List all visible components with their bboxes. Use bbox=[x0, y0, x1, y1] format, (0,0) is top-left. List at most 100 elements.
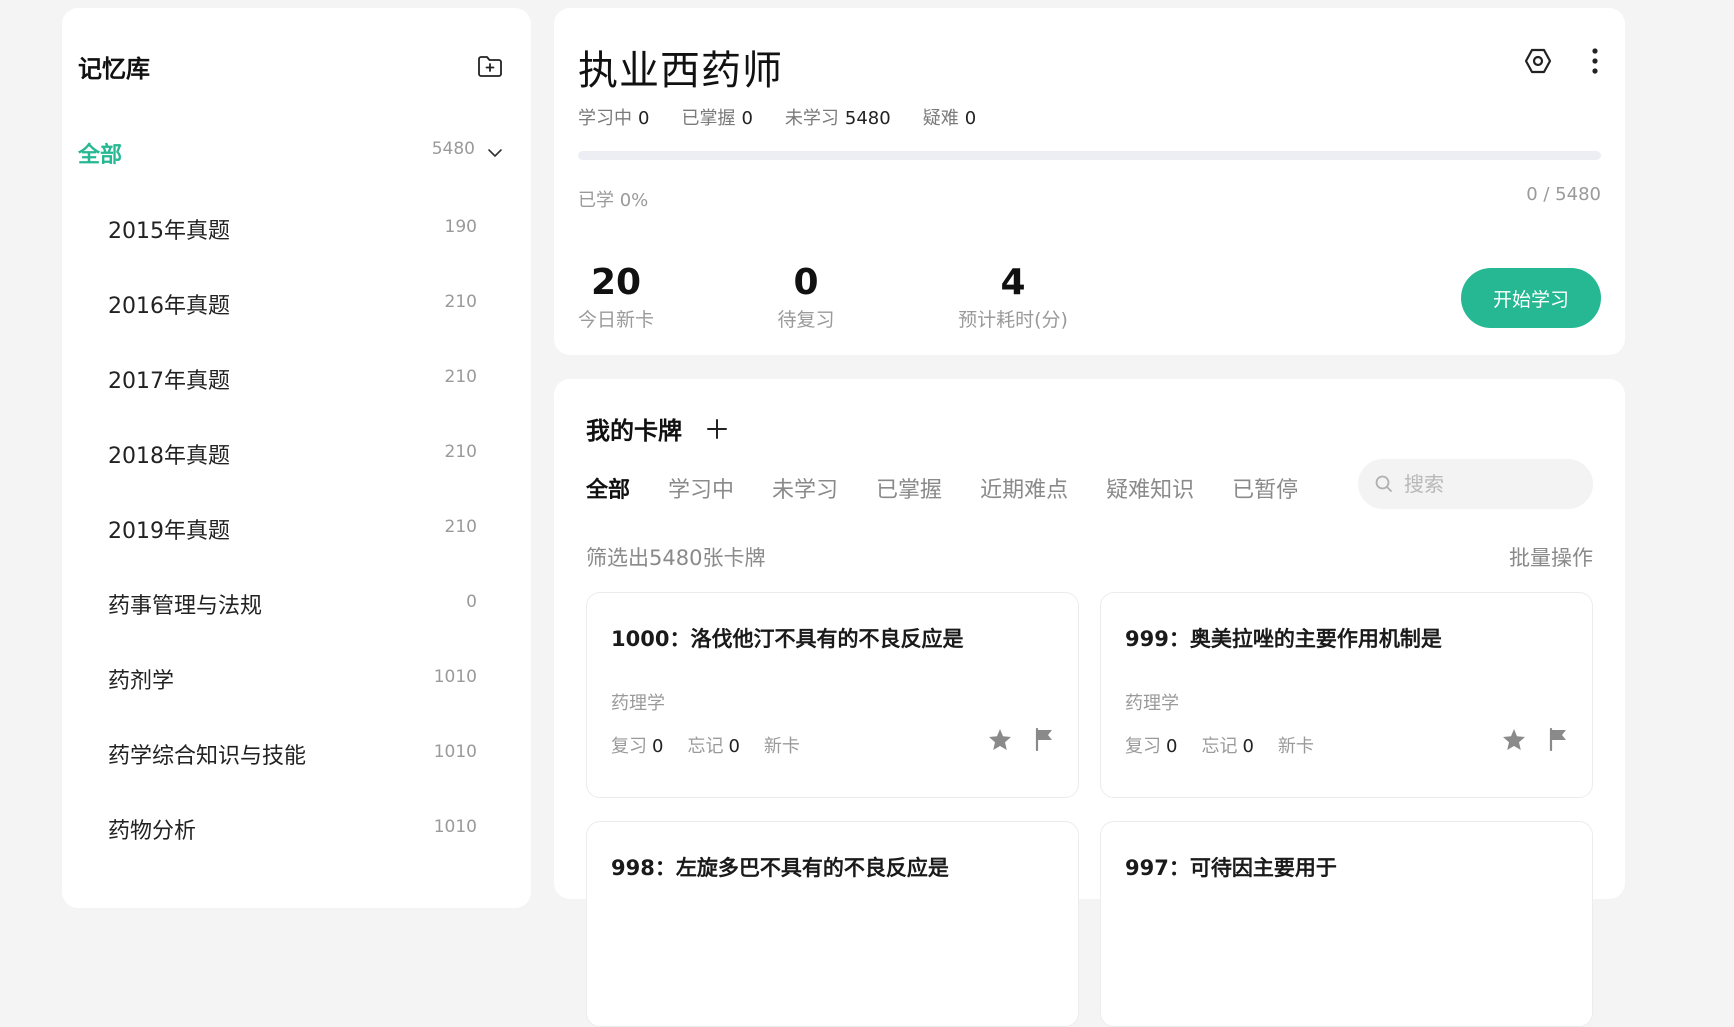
panel-actions bbox=[1523, 46, 1599, 76]
metric-label: 今日新卡 bbox=[578, 308, 655, 331]
tab-unlearned[interactable]: 未学习 bbox=[772, 472, 838, 504]
card-item[interactable]: 997：可待因主要用于 bbox=[1100, 821, 1593, 1027]
deck-name: 2015年真题 bbox=[108, 218, 230, 244]
sidebar-item-all[interactable]: 全部 5480 bbox=[78, 128, 503, 178]
meta-value: 0 bbox=[652, 736, 664, 757]
deck-count: 1010 bbox=[433, 741, 477, 762]
status-difficult: 疑难 0 bbox=[923, 104, 976, 130]
deck-name: 药剂学 bbox=[108, 668, 175, 694]
tab-all[interactable]: 全部 bbox=[586, 472, 630, 504]
meta-label: 忘记 bbox=[1201, 736, 1238, 757]
batch-operation-link[interactable]: 批量操作 bbox=[1509, 542, 1593, 572]
card-actions bbox=[988, 727, 1054, 751]
sidebar-item-deck[interactable]: 药剂学 1010 bbox=[108, 641, 477, 716]
cards-title: 我的卡牌 bbox=[586, 417, 682, 445]
sidebar-item-deck[interactable]: 2015年真题 190 bbox=[108, 191, 477, 266]
card-review-count: 复习 0 bbox=[1125, 732, 1177, 758]
card-tag: 药理学 bbox=[611, 693, 665, 714]
card-title: 999：奥美拉唑的主要作用机制是 bbox=[1125, 627, 1442, 651]
status-value: 0 bbox=[638, 108, 650, 129]
sidebar-item-deck[interactable]: 药事管理与法规 0 bbox=[108, 566, 477, 641]
status-label: 已掌握 bbox=[681, 108, 736, 129]
tab-mastered[interactable]: 已掌握 bbox=[876, 472, 942, 504]
progress-bar bbox=[578, 151, 1601, 160]
card-state: 新卡 bbox=[763, 736, 800, 757]
card-forget-count: 忘记 0 bbox=[687, 732, 739, 758]
status-mastered: 已掌握 0 bbox=[681, 104, 752, 130]
status-value: 0 bbox=[741, 108, 753, 129]
deck-name: 药事管理与法规 bbox=[108, 593, 263, 619]
deck-name: 2019年真题 bbox=[108, 518, 230, 544]
cards-header: 我的卡牌 bbox=[586, 411, 728, 446]
metric-value: 20 bbox=[590, 262, 642, 303]
add-folder-icon[interactable] bbox=[477, 54, 503, 78]
meta-value: 0 bbox=[1166, 736, 1178, 757]
metric-label: 预计耗时(分) bbox=[958, 308, 1068, 331]
deck-count: 210 bbox=[444, 291, 477, 312]
sidebar-item-deck[interactable]: 2017年真题 210 bbox=[108, 341, 477, 416]
card-item[interactable]: 999：奥美拉唑的主要作用机制是 药理学 复习 0 忘记 0 新卡 bbox=[1100, 592, 1593, 798]
star-icon[interactable] bbox=[1502, 728, 1526, 751]
sidebar-item-deck[interactable]: 2018年真题 210 bbox=[108, 416, 477, 491]
card-tag: 药理学 bbox=[1125, 693, 1179, 714]
card-title: 998：左旋多巴不具有的不良反应是 bbox=[611, 856, 949, 880]
card-meta: 复习 0 忘记 0 新卡 bbox=[611, 732, 800, 758]
card-title: 1000：洛伐他汀不具有的不良反应是 bbox=[611, 627, 964, 651]
meta-label: 复习 bbox=[611, 736, 647, 757]
sidebar-header: 记忆库 bbox=[78, 46, 503, 86]
status-label: 未学习 bbox=[784, 108, 839, 129]
plus-icon[interactable] bbox=[706, 418, 728, 440]
sidebar-item-deck[interactable]: 2016年真题 210 bbox=[108, 266, 477, 341]
deck-count: 1010 bbox=[433, 666, 477, 687]
deck-name: 药学综合知识与技能 bbox=[108, 743, 307, 769]
deck-count: 0 bbox=[466, 591, 477, 612]
deck-name: 2016年真题 bbox=[108, 293, 230, 319]
settings-hex-icon[interactable] bbox=[1523, 46, 1553, 76]
metric-due-review: 0 待复习 bbox=[776, 263, 836, 332]
sidebar-all-count: 5480 bbox=[431, 139, 475, 159]
progress-count-label: 0 / 5480 bbox=[1526, 184, 1601, 205]
page-title: 执业西药师 bbox=[578, 48, 783, 94]
metric-value: 0 bbox=[793, 262, 819, 303]
search-box bbox=[1358, 459, 1593, 509]
start-learning-button[interactable]: 开始学习 bbox=[1461, 268, 1601, 328]
deck-count: 210 bbox=[444, 441, 477, 462]
card-forget-count: 忘记 0 bbox=[1201, 732, 1253, 758]
deck-overview-panel: 执业西药师 学习中 0 已掌握 0 未学习 5480 疑难 0 已学 0% 0 / 54… bbox=[554, 8, 1625, 355]
flag-icon[interactable] bbox=[1548, 727, 1568, 751]
card-title: 997：可待因主要用于 bbox=[1125, 856, 1337, 880]
meta-value: 0 bbox=[1242, 736, 1254, 757]
card-item[interactable]: 1000：洛伐他汀不具有的不良反应是 药理学 复习 0 忘记 0 新卡 bbox=[586, 592, 1079, 798]
card-filter-tabs: 全部 学习中 未学习 已掌握 近期难点 疑难知识 已暂停 bbox=[586, 472, 1298, 504]
status-value: 5480 bbox=[844, 108, 891, 129]
sidebar-item-deck[interactable]: 2019年真题 210 bbox=[108, 491, 477, 566]
deck-count: 210 bbox=[444, 516, 477, 537]
search-icon bbox=[1374, 474, 1394, 494]
card-item[interactable]: 998：左旋多巴不具有的不良反应是 bbox=[586, 821, 1079, 1027]
sidebar-item-deck[interactable]: 药学综合知识与技能 1010 bbox=[108, 716, 477, 791]
sidebar-all-label: 全部 bbox=[78, 143, 123, 168]
star-icon[interactable] bbox=[988, 728, 1012, 751]
more-vertical-icon[interactable] bbox=[1591, 47, 1599, 75]
chevron-down-icon[interactable] bbox=[487, 148, 503, 158]
deck-count: 1010 bbox=[433, 816, 477, 837]
meta-label: 忘记 bbox=[687, 736, 724, 757]
tab-recent-difficult[interactable]: 近期难点 bbox=[980, 472, 1068, 504]
flag-icon[interactable] bbox=[1034, 727, 1054, 751]
sidebar-title: 记忆库 bbox=[78, 54, 150, 83]
deck-count: 190 bbox=[444, 216, 477, 237]
deck-name: 2018年真题 bbox=[108, 443, 230, 469]
tab-learning[interactable]: 学习中 bbox=[668, 472, 734, 504]
metric-value: 4 bbox=[1000, 262, 1026, 303]
status-learning: 学习中 0 bbox=[578, 104, 649, 130]
meta-value: 0 bbox=[728, 736, 740, 757]
sidebar-item-deck[interactable]: 药物分析 1010 bbox=[108, 791, 477, 866]
deck-count: 210 bbox=[444, 366, 477, 387]
tab-difficult-knowledge[interactable]: 疑难知识 bbox=[1106, 472, 1194, 504]
tab-paused[interactable]: 已暂停 bbox=[1232, 472, 1298, 504]
deck-name: 2017年真题 bbox=[108, 368, 230, 394]
meta-label: 复习 bbox=[1125, 736, 1161, 757]
card-meta: 复习 0 忘记 0 新卡 bbox=[1125, 732, 1314, 758]
deck-sidebar: 记忆库 全部 5480 2015年真题 190 2016年真题 210 2017… bbox=[62, 8, 531, 908]
search-input[interactable] bbox=[1404, 472, 1574, 496]
